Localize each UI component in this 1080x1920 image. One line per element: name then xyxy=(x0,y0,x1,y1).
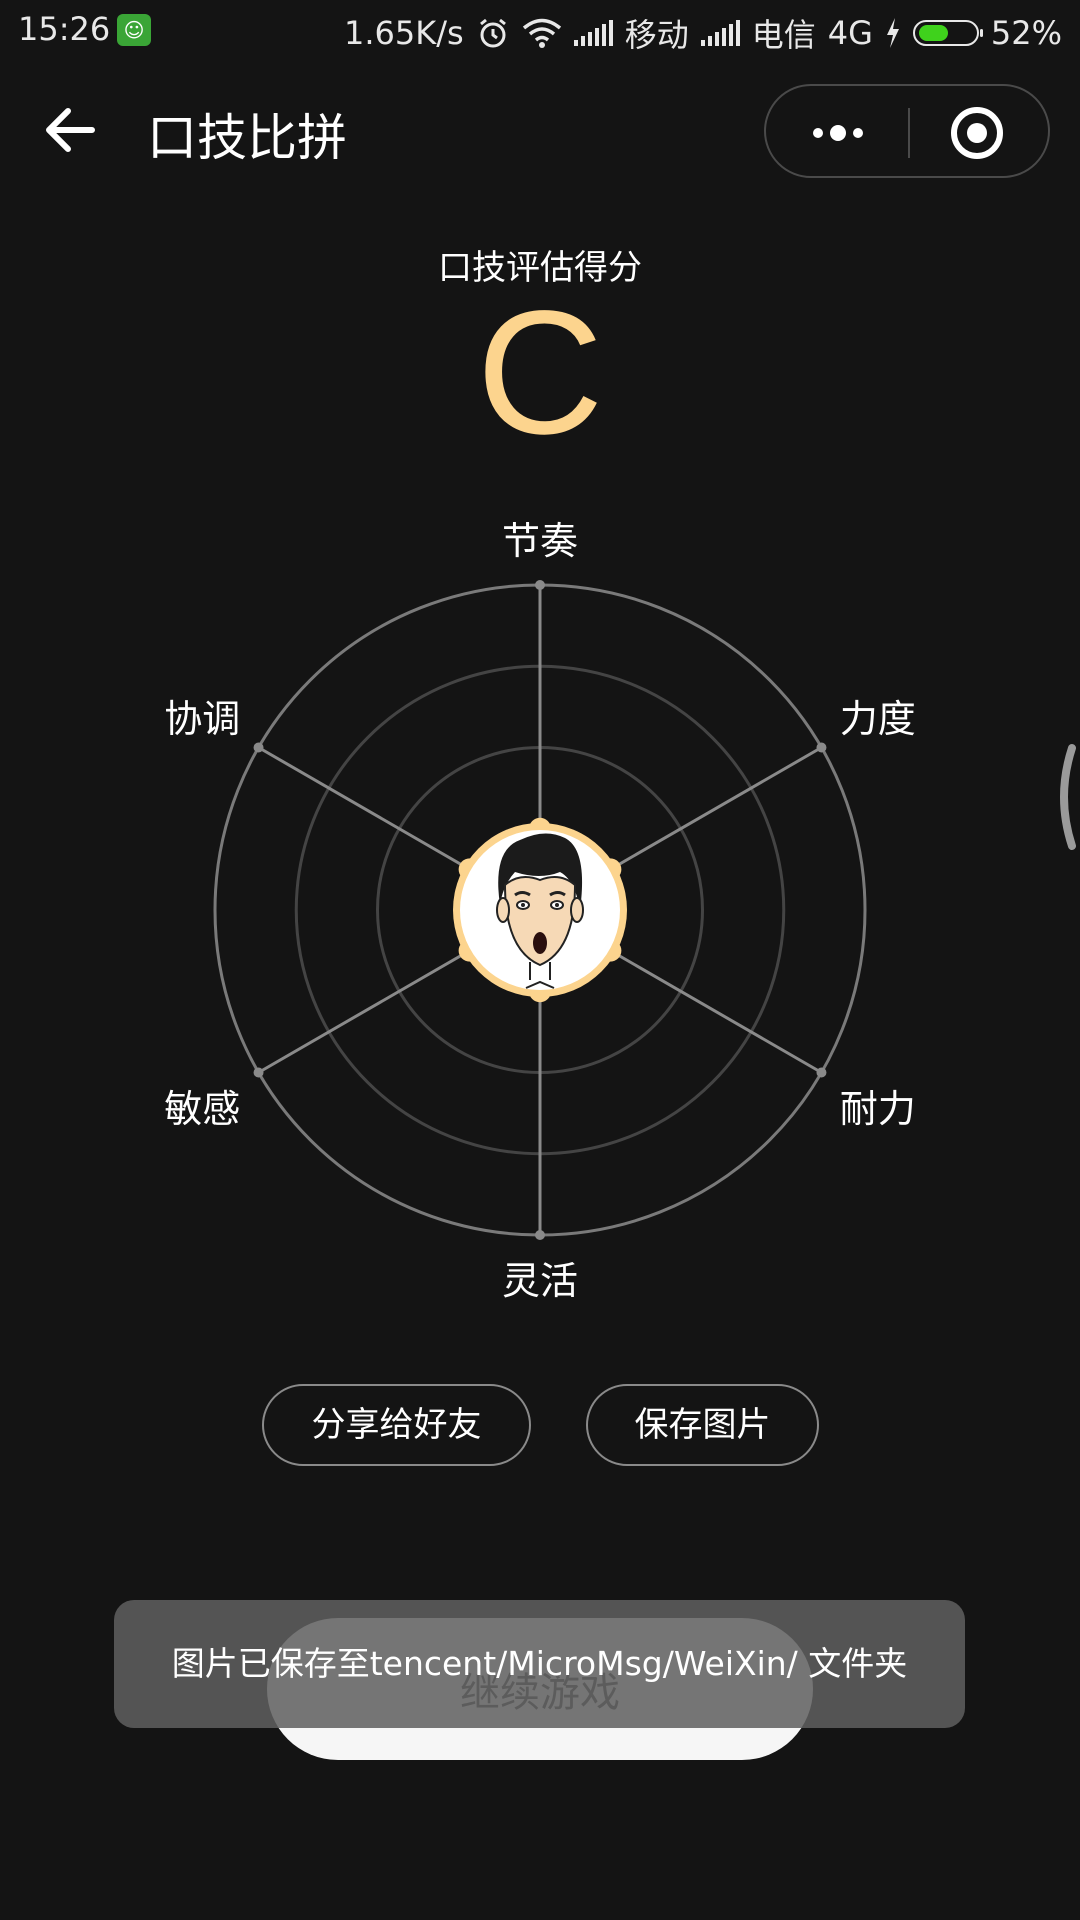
side-handle[interactable] xyxy=(1050,742,1080,852)
save-image-button[interactable]: 保存图片 xyxy=(586,1384,819,1466)
radar-svg xyxy=(213,580,867,1240)
radar-axis-label: 耐力 xyxy=(839,1086,916,1131)
more-dots-icon xyxy=(813,125,863,141)
signal-icon-2 xyxy=(700,20,740,46)
menu-capsule xyxy=(764,84,1050,178)
carrier-2: 电信 xyxy=(751,16,816,54)
back-button[interactable] xyxy=(40,100,100,160)
page-title: 口技比拼 xyxy=(147,109,347,167)
battery-percent: 52% xyxy=(990,14,1062,52)
radar-spoke-end xyxy=(816,1067,827,1078)
target-close-icon xyxy=(951,107,1003,159)
nav-bar: 口技比拼 xyxy=(0,70,1080,190)
radar-axis-label: 力度 xyxy=(839,696,916,741)
radar-spoke-end xyxy=(253,1067,264,1078)
network-type: 4G xyxy=(827,14,873,52)
capsule-divider xyxy=(908,108,910,158)
charging-icon xyxy=(886,18,899,48)
page: 15:26 ☺ 1.65K/s 移动 电信 4G 52% 口技比拼 口技评估得分… xyxy=(0,0,1080,1920)
radar-spoke-end xyxy=(535,1230,545,1240)
radar-axis-label: 节奏 xyxy=(502,519,579,563)
battery-fill xyxy=(918,25,948,41)
status-bar: 15:26 ☺ 1.65K/s 移动 电信 4G 52% xyxy=(0,0,1080,60)
status-right: 1.65K/s 移动 电信 4G 52% xyxy=(344,10,1062,56)
toast-message: 图片已保存至tencent/MicroMsg/WeiXin/ 文件夹 xyxy=(114,1600,965,1728)
radar-spoke-end xyxy=(816,742,827,753)
side-handle-icon xyxy=(1060,744,1076,850)
signal-icon-1 xyxy=(573,20,613,46)
radar-spoke-end xyxy=(253,742,264,753)
avatar xyxy=(453,823,627,997)
arrow-left-icon xyxy=(46,108,95,152)
score-grade: C xyxy=(476,275,604,471)
radar-axis-label: 敏感 xyxy=(164,1086,241,1131)
share-to-friend-button[interactable]: 分享给好友 xyxy=(262,1384,531,1466)
net-speed: 1.65K/s xyxy=(344,14,464,52)
close-miniprogram-button[interactable] xyxy=(918,96,1038,166)
carrier-1: 移动 xyxy=(624,16,689,54)
battery-icon xyxy=(912,20,983,46)
radar-axis-label: 协调 xyxy=(164,696,241,741)
app-notification-icon: ☺ xyxy=(117,14,151,46)
alarm-icon xyxy=(479,18,506,48)
wifi-icon xyxy=(522,18,561,48)
radar-axis-label: 灵活 xyxy=(502,1259,579,1303)
status-time: 15:26 xyxy=(18,10,111,48)
radar-spoke-end xyxy=(535,580,545,590)
more-button[interactable] xyxy=(776,96,901,166)
radar-chart: 节奏力度耐力灵活 敏感 协调 xyxy=(0,500,1080,1320)
